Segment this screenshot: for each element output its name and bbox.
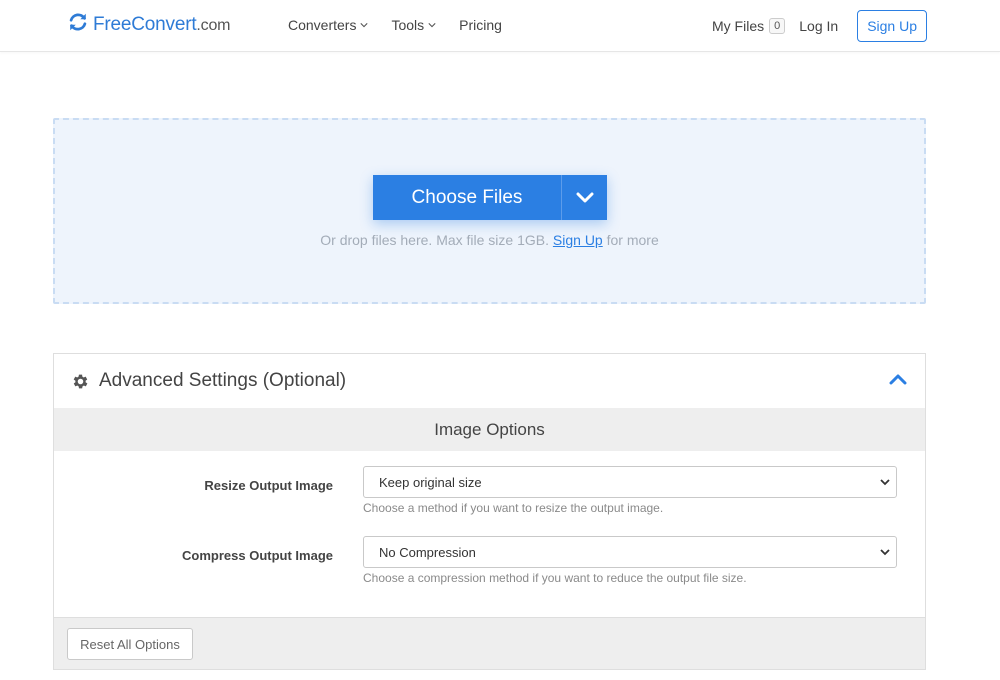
choose-files-button[interactable]: Choose Files [373, 175, 561, 220]
chevron-down-icon [428, 23, 436, 28]
select-caret-icon [880, 549, 890, 556]
compress-select[interactable]: No Compression [363, 536, 897, 568]
login-link[interactable]: Log In [799, 18, 838, 34]
choose-files-group: Choose Files [373, 175, 607, 220]
file-drop-zone[interactable]: Choose Files Or drop files here. Max fil… [53, 118, 926, 304]
files-count-badge: 0 [769, 18, 786, 34]
advanced-settings-footer: Reset All Options [54, 617, 925, 669]
compress-label: Compress Output Image [182, 548, 333, 563]
nav-pricing[interactable]: Pricing [459, 17, 502, 33]
nav-pricing-label: Pricing [459, 17, 502, 33]
source-dropdown-button[interactable] [561, 175, 607, 220]
compress-help-text: Choose a compression method if you want … [363, 571, 747, 585]
signup-button[interactable]: Sign Up [857, 10, 927, 42]
resize-select[interactable]: Keep original size [363, 466, 897, 498]
advanced-settings-panel: Advanced Settings (Optional) Image Optio… [53, 353, 926, 670]
top-header: FreeConvert.com Converters Tools Pricing… [0, 0, 1000, 52]
nav-tools[interactable]: Tools [391, 17, 436, 33]
my-files-label: My Files [712, 18, 765, 34]
nav-tools-label: Tools [391, 17, 425, 33]
resize-label: Resize Output Image [204, 478, 333, 493]
main-nav: Converters Tools Pricing [288, 17, 525, 33]
logo-text: FreeConvert.com [93, 13, 231, 35]
drop-hint-text: Or drop files here. Max file size 1GB. [320, 232, 550, 248]
collapse-toggle[interactable] [889, 372, 907, 390]
refresh-logo-icon [67, 11, 89, 38]
drop-hint: Or drop files here. Max file size 1GB. S… [55, 232, 924, 248]
chevron-down-icon [360, 23, 369, 28]
nav-converters[interactable]: Converters [288, 17, 369, 33]
resize-selected-value: Keep original size [379, 474, 482, 490]
gear-icon [73, 374, 88, 388]
resize-help-text: Choose a method if you want to resize th… [363, 501, 664, 515]
advanced-settings-title: Advanced Settings (Optional) [99, 370, 347, 391]
reset-all-options-button[interactable]: Reset All Options [67, 628, 193, 660]
select-caret-icon [880, 479, 890, 486]
image-options-heading: Image Options [54, 408, 925, 451]
nav-converters-label: Converters [288, 17, 357, 33]
drop-hint-signup-link[interactable]: Sign Up [553, 232, 603, 248]
advanced-settings-header[interactable]: Advanced Settings (Optional) [54, 354, 925, 408]
my-files-link[interactable]: My Files 0 [712, 18, 786, 34]
account-nav: My Files 0 Log In Sign Up [712, 10, 927, 42]
chevron-up-icon [889, 374, 907, 385]
compress-selected-value: No Compression [379, 544, 476, 560]
logo[interactable]: FreeConvert.com [67, 11, 230, 38]
drop-hint-suffix: for more [606, 232, 659, 248]
logo-domain: .com [196, 16, 231, 34]
chevron-down-icon [576, 192, 593, 202]
